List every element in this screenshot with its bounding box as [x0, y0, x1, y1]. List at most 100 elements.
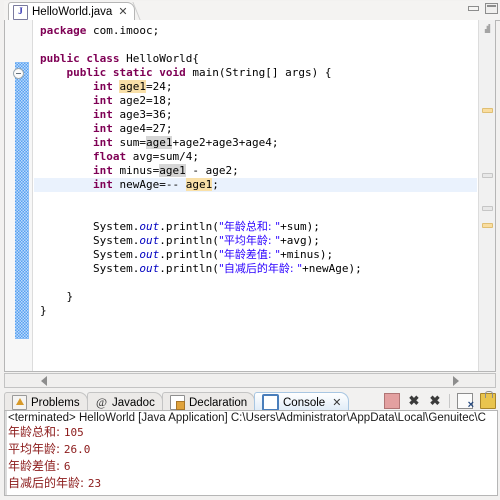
occurrence-marker[interactable] — [482, 223, 493, 228]
editor-tab-label: HelloWorld.java — [32, 6, 113, 18]
tab-declaration[interactable]: Declaration — [162, 392, 256, 412]
code-token: age1 — [119, 80, 146, 93]
minimize-icon[interactable] — [467, 3, 480, 14]
editor-horizontal-scrollbar[interactable] — [4, 373, 496, 388]
code-line[interactable]: package com.imooc; — [34, 24, 477, 38]
editor-body: package com.imooc; public class HelloWorl… — [4, 20, 496, 372]
code-line[interactable]: } — [34, 290, 477, 304]
code-token: System. — [92, 248, 140, 261]
occurrence-marker[interactable] — [482, 206, 493, 211]
console-output-line: 年龄差值: 6 — [5, 458, 497, 475]
scroll-lock-icon[interactable] — [480, 390, 496, 409]
remove-all-launches-icon[interactable]: ✖ — [428, 394, 442, 408]
code-token: int — [92, 178, 113, 191]
code-token: - age2; — [185, 164, 239, 177]
source-code-area[interactable]: package com.imooc; public class HelloWorl… — [34, 20, 477, 371]
scroll-left-arrow-icon[interactable] — [41, 376, 47, 386]
code-token: .println( — [159, 234, 219, 247]
code-token: age1 — [145, 136, 173, 149]
code-line[interactable] — [34, 192, 477, 206]
tab-label: Javadoc — [112, 396, 155, 409]
occurrence-marker[interactable] — [482, 108, 493, 113]
code-line[interactable]: int sum=age1+age2+age3+age4; — [34, 136, 477, 150]
tab-console[interactable]: Console ✕ — [254, 392, 350, 412]
tab-problems[interactable]: Problems — [4, 392, 88, 412]
code-line[interactable]: int age1=24; — [34, 80, 477, 94]
overview-ruler[interactable] — [478, 20, 495, 371]
close-icon[interactable]: ✕ — [332, 396, 341, 409]
code-line[interactable]: int age4=27; — [34, 122, 477, 136]
code-token: int — [92, 122, 113, 135]
code-token: HelloWorld{ — [119, 52, 199, 65]
code-token: "年龄总和: " — [218, 220, 281, 233]
code-token: out — [139, 234, 160, 247]
output-label: 平均年龄: — [8, 442, 64, 456]
code-token: =24; — [145, 80, 173, 93]
code-line[interactable]: public class HelloWorld{ — [34, 52, 477, 66]
code-token: } — [66, 290, 74, 303]
code-line[interactable]: System.out.println("平均年龄: "+avg); — [34, 234, 477, 248]
code-token: +minus); — [280, 248, 334, 261]
code-line[interactable]: System.out.println("自减后的年龄: "+newAge); — [34, 262, 477, 276]
change-indicator-bar — [15, 62, 29, 339]
editor-tab-bar: J HelloWorld.java ✕ — [4, 1, 500, 21]
editor-vertical-ruler[interactable] — [5, 20, 33, 371]
code-token: age1 — [159, 164, 186, 177]
output-value: 6 — [63, 460, 71, 473]
code-line[interactable]: float avg=sum/4; — [34, 150, 477, 164]
tab-javadoc[interactable]: @ Javadoc — [87, 392, 163, 412]
code-token: age1 — [185, 178, 213, 191]
code-line[interactable] — [34, 206, 477, 220]
code-line[interactable]: int newAge=-- age1; — [34, 178, 477, 192]
scroll-right-arrow-icon[interactable] — [453, 376, 459, 386]
code-token: float — [92, 150, 127, 163]
console-part: Problems @ Javadoc Declaration Console ✕ ✖ ✖ … — [0, 389, 500, 500]
code-token: +avg); — [280, 234, 320, 247]
console-output-line: 年龄总和: 105 — [5, 424, 497, 441]
code-token: int — [92, 80, 113, 93]
code-token: .println( — [159, 248, 219, 261]
code-token: +newAge); — [302, 262, 362, 275]
tab-trailing-curve — [122, 2, 138, 21]
code-line[interactable]: System.out.println("年龄总和: "+sum); — [34, 220, 477, 234]
code-line[interactable]: int age3=36; — [34, 108, 477, 122]
fold-collapse-icon[interactable] — [13, 68, 24, 79]
code-line[interactable] — [34, 276, 477, 290]
code-token: "平均年龄: " — [218, 234, 281, 247]
console-output-line: 平均年龄: 26.0 — [5, 441, 497, 458]
code-token: out — [139, 248, 160, 261]
code-token: +age2+age3+age4; — [172, 136, 279, 149]
javadoc-icon: @ — [95, 395, 108, 409]
occurrence-marker[interactable] — [482, 173, 493, 178]
code-token: System. — [92, 234, 140, 247]
ruler-status-icon — [484, 24, 491, 33]
terminate-icon[interactable] — [384, 392, 400, 409]
code-line[interactable]: int minus=age1 - age2; — [34, 164, 477, 178]
java-file-icon: J — [13, 4, 28, 20]
code-token: .println( — [159, 220, 219, 233]
code-line[interactable]: System.out.println("年龄差值: "+minus); — [34, 248, 477, 262]
code-line[interactable]: int age2=18; — [34, 94, 477, 108]
output-value: 105 — [63, 426, 84, 439]
code-line[interactable] — [34, 38, 477, 52]
clear-console-icon[interactable] — [457, 392, 474, 411]
code-line[interactable]: } — [34, 304, 477, 318]
code-token: System. — [92, 220, 140, 233]
editor-tab-helloworld[interactable]: J HelloWorld.java ✕ — [8, 2, 135, 21]
code-token: int — [92, 164, 113, 177]
remove-launch-icon[interactable]: ✖ — [407, 394, 421, 408]
maximize-icon[interactable] — [485, 3, 498, 14]
console-launch-header: <terminated> HelloWorld [Java Applicatio… — [8, 412, 486, 424]
code-token: minus= — [112, 164, 160, 177]
eclipse-ide-window: J HelloWorld.java ✕ package com.imooc; pu… — [0, 0, 500, 500]
console-output-area[interactable]: <terminated> HelloWorld [Java Applicatio… — [4, 410, 498, 496]
code-token: static — [112, 66, 153, 79]
output-label: 自减后的年龄: — [8, 476, 88, 490]
code-token: int — [92, 94, 113, 107]
output-value: 23 — [87, 477, 102, 490]
code-line[interactable]: public static void main(String[] args) { — [34, 66, 477, 80]
console-output-lines: 年龄总和: 105 平均年龄: 26.0 年龄差值: 6 自减后的年龄: 23 — [5, 424, 497, 492]
tab-label: Problems — [31, 396, 80, 409]
tab-label: Declaration — [189, 396, 248, 409]
code-token: System. — [92, 262, 140, 275]
